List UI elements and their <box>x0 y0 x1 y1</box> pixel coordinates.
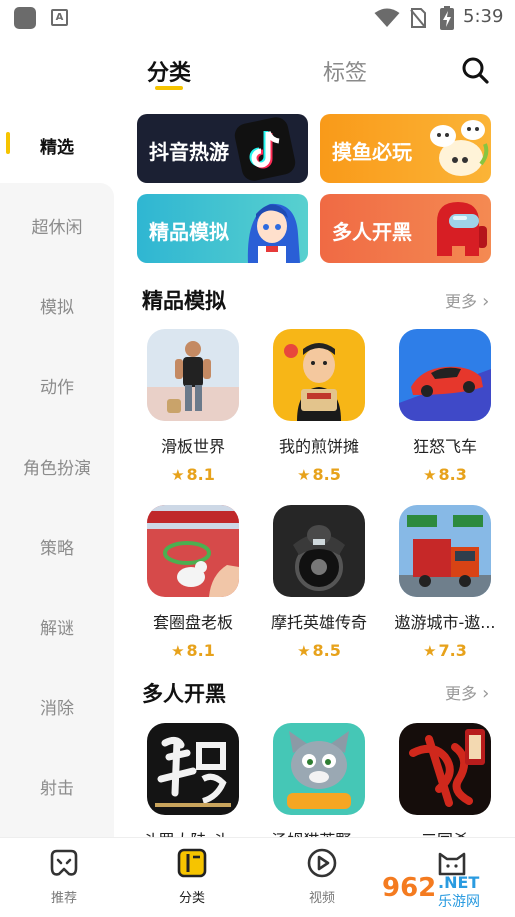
wifi-icon <box>374 8 400 27</box>
sidebar-item-simulation[interactable]: 模拟 <box>0 293 114 318</box>
game-card[interactable]: 三国杀 <box>385 723 505 851</box>
play-icon <box>307 848 337 878</box>
game-name: 我的煎饼摊 <box>278 437 359 456</box>
category-icon <box>177 848 207 878</box>
category-card-simulation[interactable]: 精品模拟 <box>137 194 308 263</box>
game-rating: ★ 8.5 <box>297 465 341 484</box>
game-card[interactable]: 狂怒飞车 ★ 8.3 <box>385 329 505 484</box>
sidebar <box>0 183 114 838</box>
game-name: 遨游城市-遨... <box>394 613 496 632</box>
game-rating: ★ 8.3 <box>423 465 467 484</box>
sidebar-item-featured[interactable]: 精选 <box>0 133 114 158</box>
game-card[interactable]: 我的煎饼摊 ★ 8.5 <box>259 329 379 484</box>
card-label: 多人开黑 <box>332 220 412 244</box>
no-sim-icon <box>410 8 426 28</box>
nav-label: 分类 <box>178 891 205 906</box>
game-rating: ★ 8.1 <box>171 465 215 484</box>
truck-icon <box>399 505 491 597</box>
card-label: 精品模拟 <box>149 220 229 244</box>
game-rating: ★ 7.3 <box>423 641 467 660</box>
game-name: 套圈盘老板 <box>152 613 233 632</box>
card-label: 抖音热游 <box>149 140 229 164</box>
sidebar-item-strategy[interactable]: 策略 <box>0 534 114 559</box>
active-tab-indicator <box>155 86 183 90</box>
chevron-right-icon: › <box>482 291 490 312</box>
game-rating: ★ 8.5 <box>297 641 341 660</box>
section-title-simulation: 精品模拟 <box>142 289 226 313</box>
game-card[interactable]: 汤姆猫荒野... <box>259 723 379 851</box>
anime-girl-icon <box>247 203 300 263</box>
category-card-multiplayer[interactable]: 多人开黑 <box>320 194 491 263</box>
font-badge-icon: A <box>51 9 68 26</box>
sidebar-item-match[interactable]: 消除 <box>0 694 114 719</box>
star-icon: ★ <box>171 466 185 484</box>
red-sports-car-icon <box>399 329 491 421</box>
motorcycle-icon <box>273 505 365 597</box>
svg-text:962: 962 <box>382 873 436 903</box>
nav-item-recommend[interactable]: 推荐 <box>24 846 104 906</box>
section-more-link[interactable]: 更多 › <box>445 288 489 312</box>
ring-toss-icon <box>147 505 239 597</box>
status-bar: A 5:39 <box>0 0 515 36</box>
svg-text:.NET: .NET <box>438 873 479 892</box>
category-card-slacking[interactable]: 摸鱼必玩 <box>320 114 491 183</box>
game-card[interactable]: 滑板世界 ★ 8.1 <box>133 329 253 484</box>
among-us-crewmate-icon <box>437 202 487 256</box>
sanguosha-calligraphy-icon <box>399 723 491 815</box>
site-watermark-logo: 962 .NET 乐游网 <box>378 868 480 910</box>
game-card[interactable]: 套圈盘老板 ★ 8.1 <box>133 505 253 660</box>
app-root: A 5:39 分类 标签 精选 超休闲 模拟 动作 角色扮演 策略 解谜 消除 … <box>0 0 515 917</box>
game-card[interactable]: 斗罗大陆-斗... <box>133 723 253 851</box>
svg-text:乐游网: 乐游网 <box>438 894 480 910</box>
star-icon: ★ <box>423 642 437 660</box>
search-icon[interactable] <box>460 55 490 85</box>
game-name: 狂怒飞车 <box>412 437 477 456</box>
category-card-douyin[interactable]: 抖音热游 <box>137 114 308 183</box>
nav-label: 推荐 <box>50 891 77 906</box>
chevron-right-icon: › <box>482 683 490 704</box>
cartoon-cat-icon <box>430 120 489 176</box>
section-title-multiplayer: 多人开黑 <box>142 682 226 706</box>
talking-tom-icon <box>273 723 365 815</box>
game-name: 摩托英雄传奇 <box>270 613 367 632</box>
game-rating: ★ 8.1 <box>171 641 215 660</box>
more-label: 更多 <box>445 292 478 311</box>
card-label: 摸鱼必玩 <box>332 140 412 164</box>
app-notification-icon <box>14 7 36 29</box>
clock: 5:39 <box>463 6 504 27</box>
nav-item-video[interactable]: 视频 <box>282 846 362 906</box>
sidebar-item-shooter[interactable]: 射击 <box>0 774 114 799</box>
nav-item-category[interactable]: 分类 <box>152 846 232 906</box>
game-card[interactable]: 摩托英雄传奇 ★ 8.5 <box>259 505 379 660</box>
tab-tags[interactable]: 标签 <box>323 55 367 87</box>
gamepad-icon <box>50 849 78 876</box>
battery-charging-icon <box>440 6 454 30</box>
sidebar-item-puzzle[interactable]: 解谜 <box>0 614 114 639</box>
pancake-vendor-icon <box>273 329 365 421</box>
section-more-link[interactable]: 更多 › <box>445 680 489 704</box>
star-icon: ★ <box>297 642 311 660</box>
nav-label: 视频 <box>308 891 335 906</box>
sidebar-item-hypercasual[interactable]: 超休闲 <box>0 213 114 238</box>
game-name: 滑板世界 <box>160 437 225 456</box>
tab-category[interactable]: 分类 <box>147 55 191 87</box>
skateboard-character-icon <box>147 329 239 421</box>
star-icon: ★ <box>423 466 437 484</box>
game-card[interactable]: 遨游城市-遨... ★ 7.3 <box>385 505 505 660</box>
more-label: 更多 <box>445 684 478 703</box>
tiktok-logo-icon <box>234 117 296 181</box>
sidebar-item-action[interactable]: 动作 <box>0 373 114 398</box>
sidebar-item-roleplay[interactable]: 角色扮演 <box>0 454 114 479</box>
star-icon: ★ <box>171 642 185 660</box>
douluo-calligraphy-icon <box>147 723 239 815</box>
star-icon: ★ <box>297 466 311 484</box>
